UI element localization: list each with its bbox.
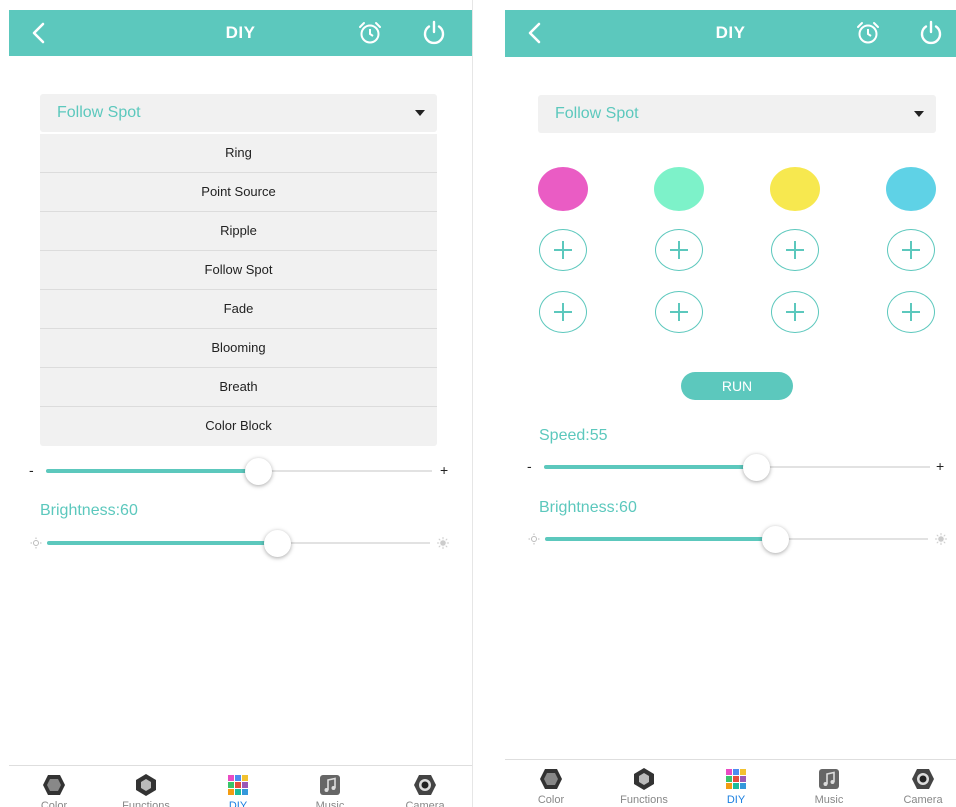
color-swatch-3[interactable] <box>770 167 820 211</box>
menu-item-color-block[interactable]: Color Block <box>40 407 437 446</box>
menu-item-breath[interactable]: Breath <box>40 368 437 407</box>
top-bar: DIY <box>9 10 472 56</box>
tab-label: Functions <box>122 800 170 807</box>
caret-down-icon <box>415 110 425 116</box>
page-title: DIY <box>225 23 256 42</box>
menu-item-follow-spot[interactable]: Follow Spot <box>40 251 437 290</box>
tab-label: Color <box>40 800 68 807</box>
camera-lens-icon <box>912 769 934 789</box>
power-icon[interactable] <box>918 20 944 46</box>
speed-plus: + <box>440 462 449 478</box>
tab-diy[interactable]: DIY <box>192 766 284 807</box>
color-swatch-2[interactable] <box>654 167 704 211</box>
tab-label: Camera <box>405 800 445 807</box>
tab-camera[interactable]: Camera <box>379 766 471 807</box>
color-swatch-4[interactable] <box>886 167 936 211</box>
tab-label: DIY <box>726 794 746 806</box>
tab-music[interactable]: Music <box>783 760 875 807</box>
speed-slider-knob[interactable] <box>245 458 272 485</box>
tab-color[interactable]: Color <box>9 766 100 807</box>
tab-functions[interactable]: Functions <box>100 766 192 807</box>
add-color-button[interactable] <box>539 291 587 333</box>
tab-label: Music <box>814 794 844 806</box>
slider-fill <box>545 537 775 541</box>
speed-plus: + <box>936 458 945 474</box>
tab-music[interactable]: Music <box>284 766 376 807</box>
add-color-button[interactable] <box>539 229 587 271</box>
brightness-low-icon <box>528 533 540 545</box>
color-hexagon-icon <box>43 775 65 795</box>
add-color-button[interactable] <box>771 291 819 333</box>
tab-label: Color <box>537 794 565 806</box>
menu-item-fade[interactable]: Fade <box>40 290 437 329</box>
tab-camera[interactable]: Camera <box>877 760 956 807</box>
color-hexagon-icon <box>540 769 562 789</box>
speed-slider-knob[interactable] <box>743 454 770 481</box>
mode-dropdown-value: Follow Spot <box>555 105 639 122</box>
slider-fill <box>46 469 258 473</box>
power-icon[interactable] <box>421 20 447 46</box>
menu-item-blooming[interactable]: Blooming <box>40 329 437 368</box>
brightness-label: Brightness:60 <box>40 502 138 519</box>
brightness-low-icon <box>30 537 42 549</box>
camera-lens-icon <box>414 775 436 795</box>
add-color-button[interactable] <box>655 291 703 333</box>
speed-slider[interactable]: - + <box>527 452 952 482</box>
alarm-clock-icon[interactable] <box>357 20 383 46</box>
speed-minus: - <box>527 458 532 474</box>
menu-item-ring[interactable]: Ring <box>40 134 437 173</box>
caret-down-icon <box>914 111 924 117</box>
tab-color[interactable]: Color <box>505 760 597 807</box>
functions-hexagon-icon <box>634 768 654 790</box>
mode-dropdown-menu: Ring Point Source Ripple Follow Spot Fad… <box>40 134 437 446</box>
mode-dropdown[interactable]: Follow Spot <box>40 94 437 132</box>
screen-divider <box>472 0 473 807</box>
tab-label: DIY <box>228 800 248 807</box>
page-title: DIY <box>715 23 746 42</box>
diy-cube-icon <box>726 769 746 789</box>
brightness-slider[interactable] <box>29 528 454 558</box>
brightness-high-icon <box>935 533 947 545</box>
bottom-tab-bar: Color Functions DIY Music Camera <box>505 759 956 807</box>
speed-slider[interactable]: - + <box>29 456 454 486</box>
brightness-slider-knob[interactable] <box>762 526 789 553</box>
diy-cube-icon <box>228 775 248 795</box>
music-note-icon <box>819 769 839 789</box>
top-bar: DIY <box>505 10 956 57</box>
speed-minus: - <box>29 462 34 478</box>
color-swatch-1[interactable] <box>538 167 588 211</box>
add-color-button[interactable] <box>887 229 935 271</box>
slider-fill <box>544 465 756 469</box>
mode-dropdown-value: Follow Spot <box>57 104 141 121</box>
tab-label: Music <box>315 800 345 807</box>
alarm-clock-icon[interactable] <box>855 20 881 46</box>
tab-label: Camera <box>903 794 943 806</box>
add-color-button[interactable] <box>887 291 935 333</box>
functions-hexagon-icon <box>136 774 156 796</box>
brightness-high-icon <box>437 537 449 549</box>
tab-functions[interactable]: Functions <box>598 760 690 807</box>
run-button[interactable]: RUN <box>681 372 793 400</box>
bottom-tab-bar: Color Functions DIY Music Camera <box>9 765 472 807</box>
brightness-label: Brightness:60 <box>539 499 637 516</box>
mode-dropdown[interactable]: Follow Spot <box>538 95 936 133</box>
diy-screen-dropdown-open: DIY Follow Spot Ring Point Source Ripple… <box>9 0 472 807</box>
menu-item-ripple[interactable]: Ripple <box>40 212 437 251</box>
tab-diy[interactable]: DIY <box>690 760 782 807</box>
speed-label: Speed:55 <box>539 427 608 444</box>
diy-screen-color-editor: DIY Follow Spot RUN Speed:55 - + Brightn… <box>505 0 956 807</box>
brightness-slider-knob[interactable] <box>264 530 291 557</box>
menu-item-point-source[interactable]: Point Source <box>40 173 437 212</box>
brightness-slider[interactable] <box>527 524 952 554</box>
music-note-icon <box>320 775 340 795</box>
tab-label: Functions <box>620 794 668 806</box>
slider-fill <box>47 541 277 545</box>
add-color-button[interactable] <box>655 229 703 271</box>
add-color-button[interactable] <box>771 229 819 271</box>
